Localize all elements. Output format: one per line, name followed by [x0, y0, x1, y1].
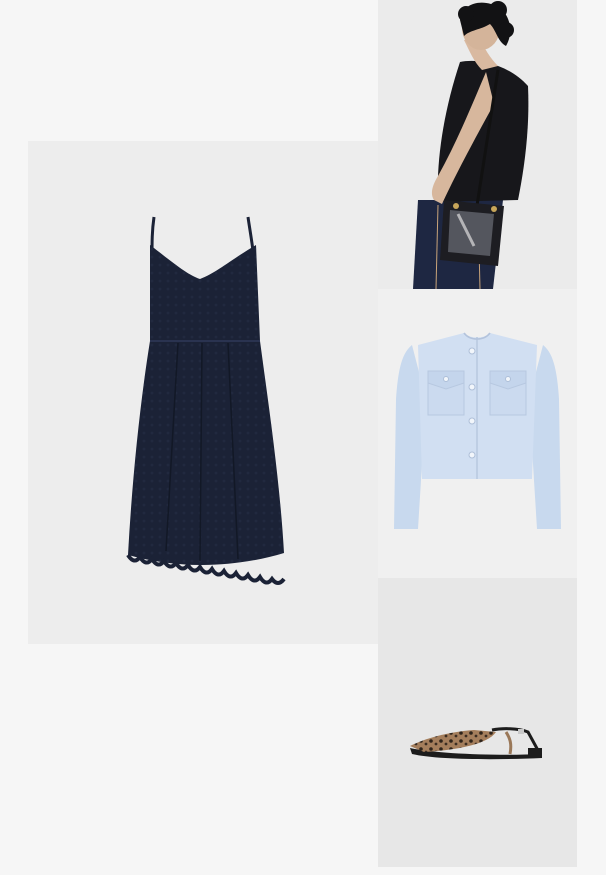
navy-lace-dress-image	[126, 216, 286, 585]
leopard-slingback-flats-image	[410, 727, 542, 760]
jacket-product-tile[interactable]	[378, 289, 577, 578]
dress-product-tile[interactable]	[28, 141, 378, 644]
model-with-bucket-bag-image	[378, 0, 577, 289]
light-blue-jacket-image	[394, 332, 561, 529]
shoes-product-tile[interactable]	[378, 578, 577, 867]
bag-product-tile[interactable]	[378, 0, 577, 289]
